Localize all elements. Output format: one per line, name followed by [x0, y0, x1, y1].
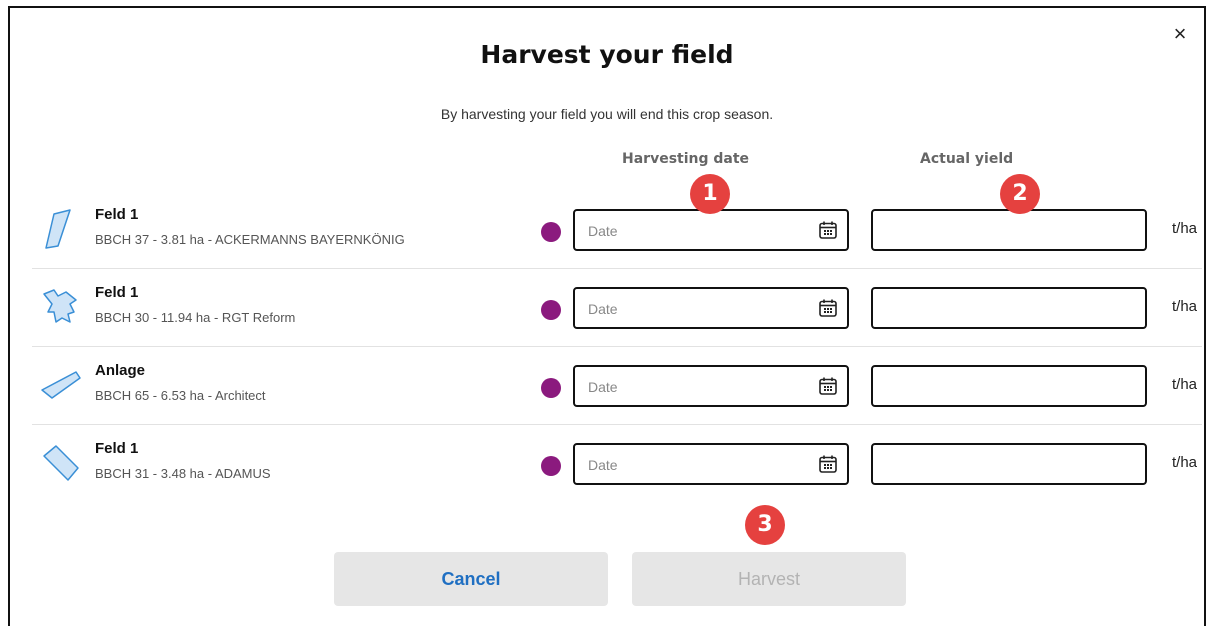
date-placeholder: Date [588, 301, 618, 317]
annotation-badge-2: 2 [1000, 174, 1040, 214]
field-meta: BBCH 65 - 6.53 ha - Architect [95, 388, 266, 403]
yield-unit: t/ha [1172, 454, 1198, 471]
field-name: Feld 1 [95, 440, 139, 457]
crop-color-dot [541, 300, 561, 320]
field-shape-icon [43, 289, 77, 323]
annotation-badge-3: 3 [745, 505, 785, 545]
harvest-date-input[interactable]: Date [573, 365, 849, 407]
yield-unit: t/ha [1172, 220, 1198, 237]
dialog-title: Harvest your field [480, 40, 734, 69]
crop-color-dot [541, 378, 561, 398]
calendar-icon[interactable] [818, 298, 838, 318]
dialog-subtitle: By harvesting your field you will end th… [440, 106, 774, 122]
field-shape-icon [41, 371, 81, 399]
field-name: Feld 1 [95, 206, 139, 223]
actual-yield-input[interactable] [871, 365, 1147, 407]
harvest-date-input[interactable]: Date [573, 287, 849, 329]
field-row: Feld 1 BBCH 30 - 11.94 ha - RGT Reform D… [32, 268, 1202, 347]
actual-yield-input[interactable] [871, 209, 1147, 251]
field-shape-icon [43, 445, 79, 481]
annotation-badge-1: 1 [690, 174, 730, 214]
yield-unit: t/ha [1172, 298, 1198, 315]
crop-color-dot [541, 222, 561, 242]
harvest-date-input[interactable]: Date [573, 443, 849, 485]
harvest-button[interactable]: Harvest [632, 552, 906, 606]
cancel-button[interactable]: Cancel [334, 552, 608, 606]
yield-unit: t/ha [1172, 376, 1198, 393]
calendar-icon[interactable] [818, 376, 838, 396]
field-name: Feld 1 [95, 284, 139, 301]
field-meta: BBCH 31 - 3.48 ha - ADAMUS [95, 466, 271, 481]
field-meta: BBCH 37 - 3.81 ha - ACKERMANNS BAYERNKÖN… [95, 232, 405, 247]
harvest-date-input[interactable]: Date [573, 209, 849, 251]
date-placeholder: Date [588, 457, 618, 473]
actual-yield-header: Actual yield [920, 151, 1014, 167]
crop-color-dot [541, 456, 561, 476]
field-shape-icon [45, 209, 71, 249]
field-name: Anlage [95, 362, 146, 379]
harvesting-date-header: Harvesting date [622, 151, 750, 167]
field-meta: BBCH 30 - 11.94 ha - RGT Reform [95, 310, 296, 325]
field-row: Anlage BBCH 65 - 6.53 ha - Architect Dat… [32, 346, 1202, 425]
calendar-icon[interactable] [818, 220, 838, 240]
date-placeholder: Date [588, 379, 618, 395]
harvest-dialog: × Harvest your field By harvesting your … [8, 6, 1206, 626]
calendar-icon[interactable] [818, 454, 838, 474]
date-placeholder: Date [588, 223, 618, 239]
actual-yield-input[interactable] [871, 287, 1147, 329]
field-row: Feld 1 BBCH 31 - 3.48 ha - ADAMUS Date t… [32, 424, 1202, 502]
actual-yield-input[interactable] [871, 443, 1147, 485]
